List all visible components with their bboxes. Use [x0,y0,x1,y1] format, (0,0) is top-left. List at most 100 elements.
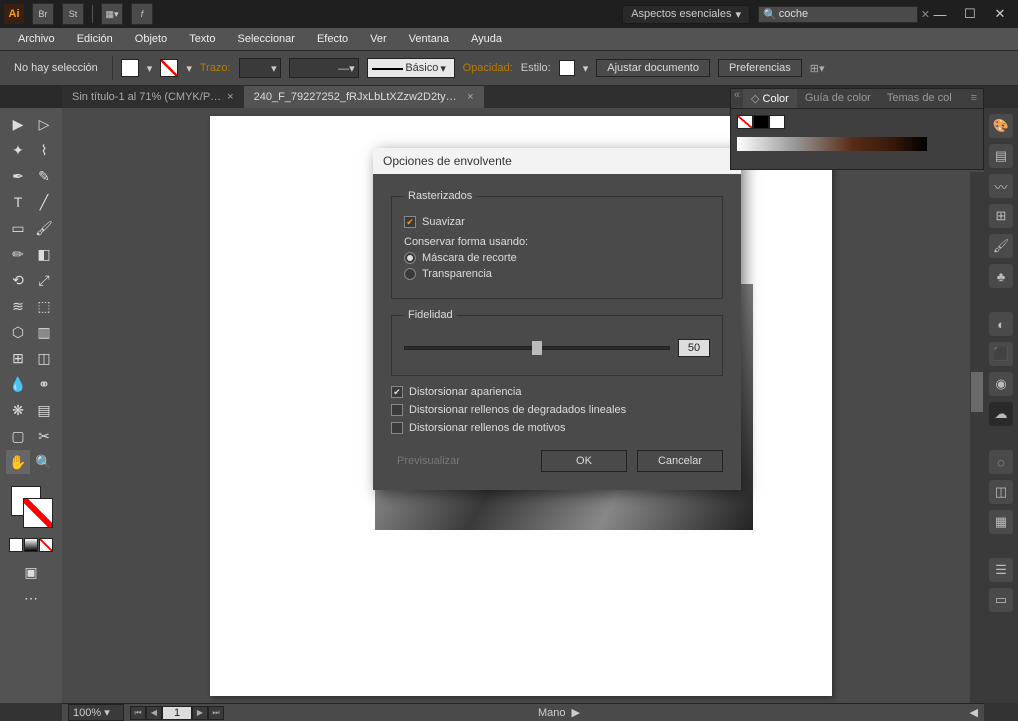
menu-efecto[interactable]: Efecto [307,31,358,47]
transform-panel-icon[interactable]: ▦ [989,510,1013,534]
ok-button[interactable]: OK [541,450,627,472]
close-button[interactable]: ✕ [986,4,1014,24]
pencil-tool[interactable]: ✏ [6,242,30,266]
search-box[interactable]: 🔍 ✕ [758,6,918,23]
stroke-color[interactable] [23,498,53,528]
brush-dropdown[interactable]: Básico ▾ [367,58,455,78]
graph-tool[interactable]: ▤ [32,398,56,422]
cc-libraries-icon[interactable]: ☁ [989,402,1013,426]
rotate-tool[interactable]: ⟲ [6,268,30,292]
stock-icon[interactable]: St [62,3,84,25]
pen-tool[interactable]: ✒ [6,164,30,188]
cancel-button[interactable]: Cancelar [637,450,723,472]
artboard-number-input[interactable] [162,706,192,720]
close-tab-icon[interactable]: × [467,91,473,103]
curvature-tool[interactable]: ✎ [32,164,56,188]
artboard-tool[interactable]: ▢ [6,424,30,448]
minimize-button[interactable]: — [926,4,954,24]
mesh-tool[interactable]: ⊞ [6,346,30,370]
menu-archivo[interactable]: Archivo [8,31,65,47]
shape-builder-tool[interactable]: ⬡ [6,320,30,344]
distorsionar-degradados-checkbox[interactable]: Distorsionar rellenos de degradados line… [391,404,723,416]
graphic-styles-icon[interactable]: ◌ [989,450,1013,474]
symbols-panel-icon[interactable]: ⊞ [989,204,1013,228]
solid-color-button[interactable] [9,538,23,552]
workspace-dropdown[interactable]: Aspectos esenciales ▾ [622,5,750,24]
gradient-tool[interactable]: ◫ [32,346,56,370]
arrange-icon[interactable]: ▦▾ [101,3,123,25]
fidelidad-slider[interactable] [404,346,670,350]
eraser-tool[interactable]: ◧ [32,242,56,266]
distorsionar-apariencia-checkbox[interactable]: ✔Distorsionar apariencia [391,386,723,398]
chevron-down-icon[interactable]: ▾ [186,62,192,75]
appearance-panel-icon[interactable]: ◉ [989,372,1013,396]
distorsionar-motivos-checkbox[interactable]: Distorsionar rellenos de motivos [391,422,723,434]
hand-tool[interactable]: ✋ [6,450,30,474]
maximize-button[interactable]: ☐ [956,4,984,24]
mascara-radio[interactable]: Máscara de recorte [404,252,710,264]
panel-swap-swatch[interactable] [769,115,785,129]
slice-tool[interactable]: ✂ [32,424,56,448]
none-button[interactable] [39,538,53,552]
perspective-tool[interactable]: ▥ [32,320,56,344]
rectangle-tool[interactable]: ▭ [6,216,30,240]
menu-objeto[interactable]: Objeto [125,31,177,47]
panel-stroke-swatch[interactable] [753,115,769,129]
bridge-icon[interactable]: Br [32,3,54,25]
type-tool[interactable]: T [6,190,30,214]
lasso-tool[interactable]: ⌇ [32,138,56,162]
style-swatch[interactable] [559,60,575,76]
fill-swatch[interactable] [121,59,139,77]
free-transform-tool[interactable]: ⬚ [32,294,56,318]
chevron-down-icon[interactable]: ▾ [583,62,589,75]
stroke-panel-icon[interactable]: 🖌 [989,234,1013,258]
preferencias-button[interactable]: Preferencias [718,59,802,77]
gpu-icon[interactable]: f [131,3,153,25]
document-tab[interactable]: 240_F_79227252_fRJxLbLtXZzw2D2tyyuMI4i58… [244,86,484,108]
status-menu-icon[interactable]: ▶ [572,706,580,719]
tab-temas[interactable]: Temas de col [879,89,960,108]
symbol-sprayer-tool[interactable]: ❋ [6,398,30,422]
close-tab-icon[interactable]: × [227,91,233,103]
stroke-weight-dropdown[interactable]: ▾ [239,58,281,78]
layers-panel-icon[interactable]: ☰ [989,558,1013,582]
menu-ventana[interactable]: Ventana [399,31,459,47]
transparency-panel-icon[interactable]: ◐ [989,312,1013,336]
suavizar-checkbox[interactable]: ✔Suavizar [404,216,710,228]
direct-selection-tool[interactable]: ▷ [32,112,56,136]
screen-mode-button[interactable]: ▣ [19,560,43,584]
chevron-down-icon[interactable]: ▾ [147,62,153,75]
hscroll-left-icon[interactable]: ◀ [970,706,978,719]
var-width-dropdown[interactable]: —▾ [289,58,359,78]
menu-seleccionar[interactable]: Seleccionar [227,31,304,47]
paintbrush-tool[interactable]: 🖌 [32,216,56,240]
nav-last-icon[interactable]: ⏭ [208,706,224,720]
zoom-tool[interactable]: 🔍 [32,450,56,474]
symbols2-panel-icon[interactable]: ♣ [989,264,1013,288]
menu-edicion[interactable]: Edición [67,31,123,47]
menu-texto[interactable]: Texto [179,31,225,47]
color-panel-icon[interactable]: 🎨 [989,114,1013,138]
search-input[interactable] [779,8,921,20]
fidelidad-value[interactable]: 50 [678,339,710,357]
gradient-button[interactable] [24,538,38,552]
ajustar-documento-button[interactable]: Ajustar documento [596,59,710,77]
vertical-scrollbar[interactable] [970,172,984,703]
gradient-panel-icon[interactable]: ⬛ [989,342,1013,366]
blend-tool[interactable]: ⚭ [32,372,56,396]
magic-wand-tool[interactable]: ✦ [6,138,30,162]
color-spectrum[interactable] [737,137,927,151]
zoom-dropdown[interactable]: 100% ▾ [68,704,124,721]
document-tab[interactable]: Sin título-1 al 71% (CMYK/P… × [62,86,244,108]
nav-prev-icon[interactable]: ◀ [146,706,162,720]
edit-toolbar-button[interactable]: ⋯ [19,586,43,610]
align-icon[interactable]: ⊞▾ [810,62,825,75]
stroke-swatch[interactable] [160,59,178,77]
width-tool[interactable]: ≋ [6,294,30,318]
brushes-panel-icon[interactable]: 〰 [989,174,1013,198]
collapse-panel-icon[interactable]: « [731,89,743,108]
tab-color[interactable]: Color [743,89,797,108]
nav-first-icon[interactable]: ⏮ [130,706,146,720]
menu-ayuda[interactable]: Ayuda [461,31,512,47]
panel-menu-icon[interactable]: ≡ [965,89,983,108]
